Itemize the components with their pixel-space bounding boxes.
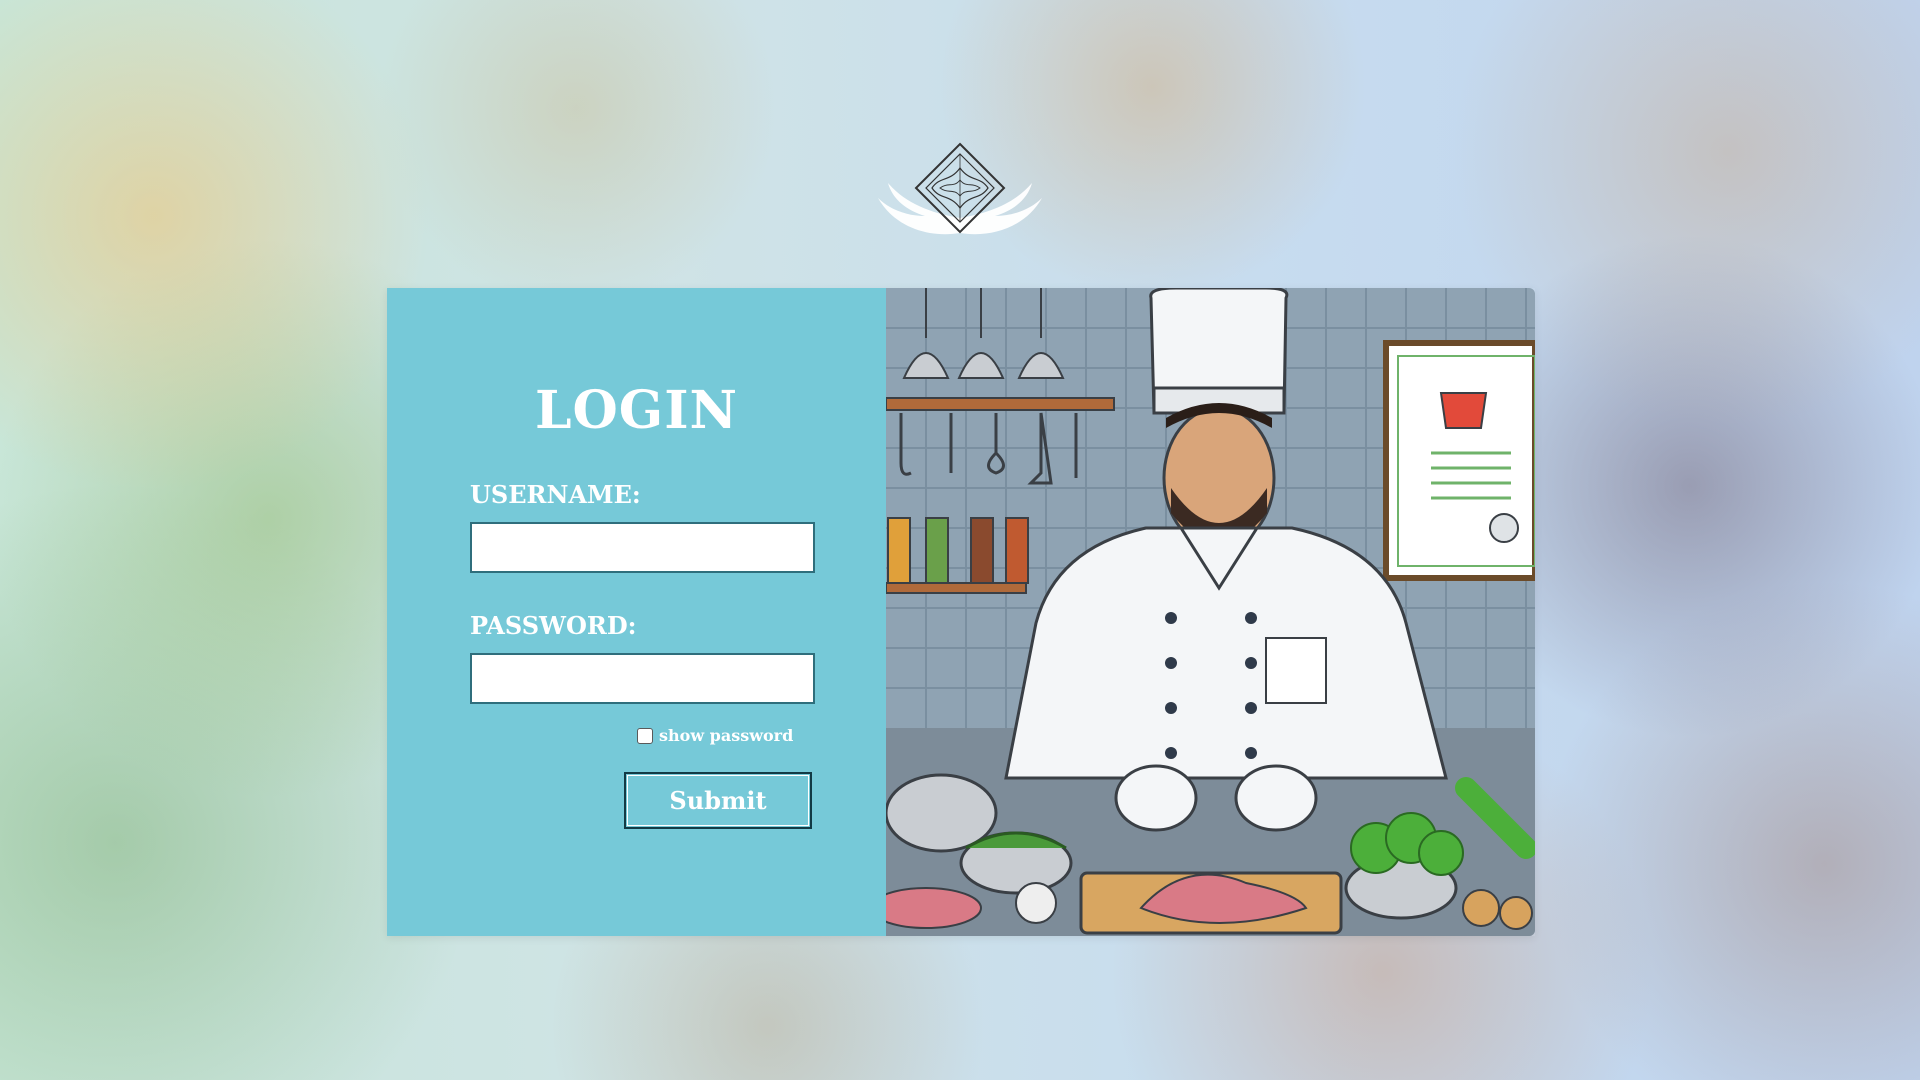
winged-diamond-logo-icon (870, 138, 1050, 253)
chef-illustration (886, 288, 1535, 936)
password-label: PASSWORD: (470, 611, 637, 640)
show-password-toggle[interactable]: show password (637, 726, 793, 745)
show-password-checkbox[interactable] (637, 727, 653, 744)
login-title: LOGIN (534, 380, 739, 441)
show-password-label: show password (659, 726, 794, 745)
username-label: USERNAME: (470, 480, 641, 509)
login-card: LOGIN USERNAME: PASSWORD: show password … (387, 288, 1535, 936)
username-input[interactable] (470, 522, 815, 573)
password-input[interactable] (470, 653, 815, 704)
submit-button[interactable]: Submit (624, 772, 812, 829)
login-form-panel: LOGIN USERNAME: PASSWORD: show password … (387, 288, 886, 936)
